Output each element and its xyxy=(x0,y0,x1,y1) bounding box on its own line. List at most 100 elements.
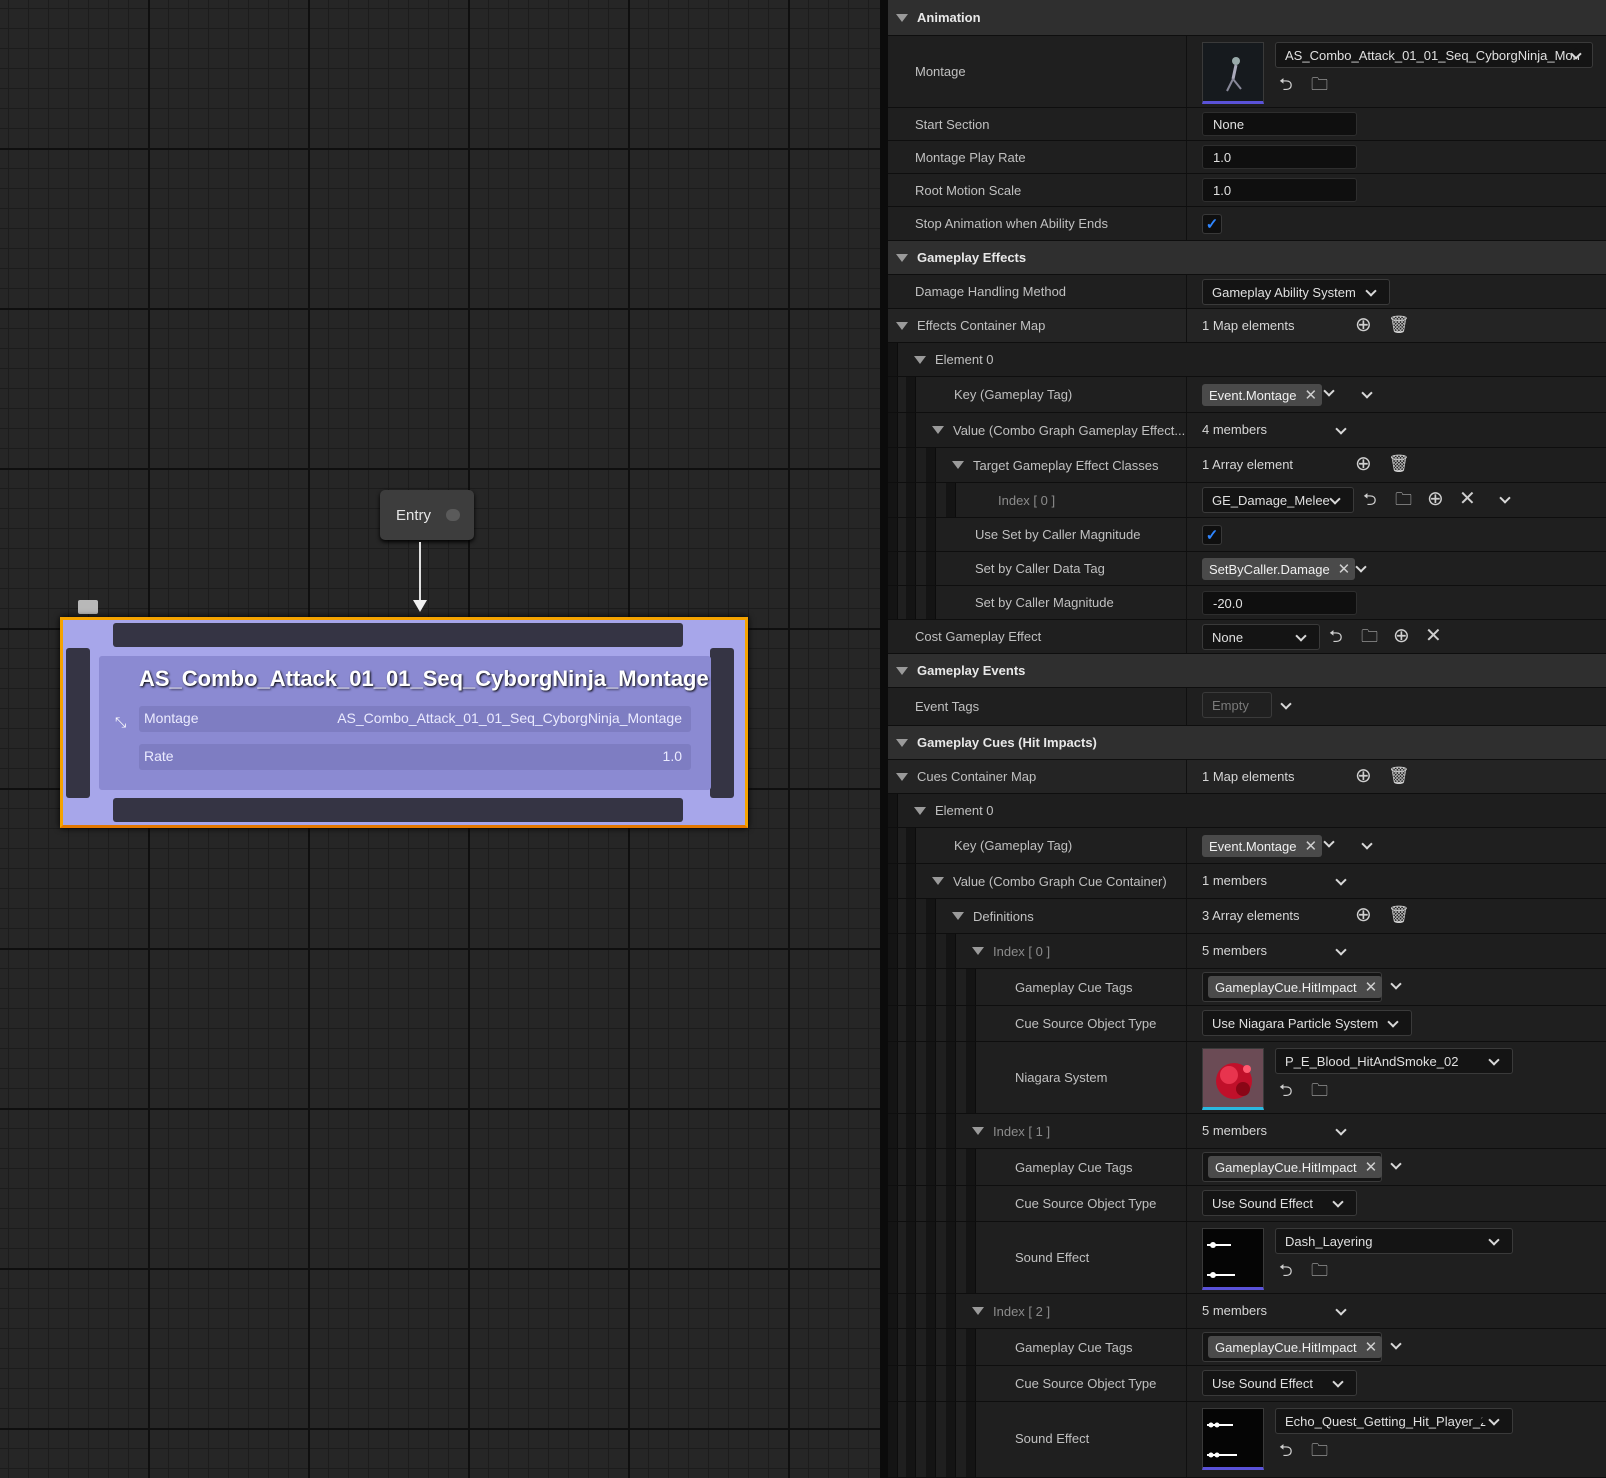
comment-icon[interactable] xyxy=(78,600,98,614)
category-gameplay-events[interactable]: Gameplay Events xyxy=(888,654,1606,688)
add-icon[interactable]: ⊕ xyxy=(1355,315,1372,335)
entry-output-pin[interactable] xyxy=(446,509,460,521)
clear-icon[interactable]: ✕ xyxy=(1365,978,1378,996)
clear-icon[interactable]: ✕ xyxy=(1304,386,1317,404)
collapse-triangle-icon[interactable] xyxy=(896,666,908,675)
collapse-triangle-icon[interactable] xyxy=(932,877,944,885)
delete-icon[interactable]: 🗑 xyxy=(1388,767,1410,785)
right-pin-bar[interactable] xyxy=(710,648,734,798)
browse-icon[interactable]: 🗀 xyxy=(1311,1442,1328,1460)
collapse-triangle-icon[interactable] xyxy=(952,912,964,920)
chevron-down-icon[interactable] xyxy=(1335,1304,1347,1316)
collapse-triangle-icon[interactable] xyxy=(896,253,908,262)
sound-thumbnail[interactable] xyxy=(1202,1228,1264,1290)
add-icon[interactable]: ⊕ xyxy=(1355,905,1372,925)
gameplay-tag-chip[interactable]: Event.Montage ✕ xyxy=(1202,384,1323,406)
gameplay-tag-chip[interactable]: Event.Montage ✕ xyxy=(1202,835,1323,857)
left-pin-bar[interactable] xyxy=(66,648,90,798)
chevron-down-icon[interactable] xyxy=(1335,944,1347,956)
browse-icon[interactable]: 🗀 xyxy=(1311,76,1328,94)
delete-icon[interactable]: 🗑 xyxy=(1388,455,1410,473)
add-icon[interactable]: ⊕ xyxy=(1393,626,1410,646)
delete-icon[interactable]: 🗑 xyxy=(1388,906,1410,924)
montage-node[interactable]: AS_Combo_Attack_01_01_Seq_CyborgNinja_Mo… xyxy=(60,617,748,828)
chevron-down-icon[interactable] xyxy=(1390,1158,1402,1170)
category-gameplay-effects[interactable]: Gameplay Effects xyxy=(888,241,1606,275)
use-selected-icon[interactable]: ⮌ xyxy=(1363,491,1377,509)
clear-icon[interactable]: ✕ xyxy=(1425,626,1442,646)
use-selected-icon[interactable]: ⮌ xyxy=(1279,1262,1293,1280)
gameplay-tag-chip[interactable]: GameplayCue.HitImpact ✕ xyxy=(1208,1336,1383,1358)
start-section-field[interactable]: None xyxy=(1202,112,1357,136)
use-selected-icon[interactable]: ⮌ xyxy=(1279,1442,1293,1460)
effect-class-combo[interactable]: GE_Damage_Melee xyxy=(1202,487,1354,513)
clear-icon[interactable]: ✕ xyxy=(1304,837,1317,855)
gameplay-tag-chip[interactable]: GameplayCue.HitImpact ✕ xyxy=(1208,1156,1383,1178)
input-pin-bar[interactable] xyxy=(113,623,683,647)
collapse-triangle-icon[interactable] xyxy=(896,738,908,747)
browse-icon[interactable]: 🗀 xyxy=(1311,1262,1328,1280)
add-icon[interactable]: ⊕ xyxy=(1427,489,1444,509)
category-animation[interactable]: Animation xyxy=(888,0,1606,36)
chevron-down-icon[interactable] xyxy=(1390,978,1402,990)
niagara-asset-combo[interactable]: P_E_Blood_HitAndSmoke_02 xyxy=(1275,1048,1513,1074)
niagara-thumbnail[interactable] xyxy=(1202,1048,1264,1110)
chevron-down-icon[interactable] xyxy=(1280,698,1292,710)
add-icon[interactable]: ⊕ xyxy=(1355,766,1372,786)
chevron-down-icon[interactable] xyxy=(1499,492,1511,504)
cue-source-combo[interactable]: Use Niagara Particle System xyxy=(1202,1010,1412,1036)
use-selected-icon[interactable]: ⮌ xyxy=(1329,628,1343,646)
chevron-down-icon[interactable] xyxy=(1361,838,1373,850)
caller-magnitude-field[interactable]: -20.0 xyxy=(1202,591,1357,615)
add-icon[interactable]: ⊕ xyxy=(1355,454,1372,474)
chevron-down-icon[interactable] xyxy=(1355,561,1367,573)
cue-source-combo[interactable]: Use Sound Effect xyxy=(1202,1370,1357,1396)
collapse-triangle-icon[interactable] xyxy=(914,806,926,815)
sound-asset-combo[interactable]: Echo_Quest_Getting_Hit_Player_2 xyxy=(1275,1408,1513,1434)
sound-asset-combo[interactable]: Dash_Layering xyxy=(1275,1228,1513,1254)
montage-asset-combo[interactable]: AS_Combo_Attack_01_01_Seq_CyborgNinja_Mo… xyxy=(1275,42,1593,68)
play-rate-field[interactable]: 1.0 xyxy=(1202,145,1357,169)
use-selected-icon[interactable]: ⮌ xyxy=(1279,76,1293,94)
damage-method-combo[interactable]: Gameplay Ability System xyxy=(1202,279,1390,305)
chevron-down-icon[interactable] xyxy=(1335,1124,1347,1136)
splitter[interactable] xyxy=(880,0,888,1478)
graph-canvas[interactable]: Entry AS_Combo_Attack_01_01_Seq_CyborgNi… xyxy=(0,0,880,1478)
event-tags-field[interactable]: Empty xyxy=(1202,692,1272,718)
collapse-triangle-icon[interactable] xyxy=(972,1307,984,1315)
category-gameplay-cues[interactable]: Gameplay Cues (Hit Impacts) xyxy=(888,726,1606,760)
stop-anim-checkbox[interactable]: ✓ xyxy=(1202,214,1222,234)
collapse-triangle-icon[interactable] xyxy=(932,426,944,434)
collapse-triangle-icon[interactable] xyxy=(972,947,984,955)
entry-node[interactable]: Entry xyxy=(380,490,474,540)
chevron-down-icon[interactable] xyxy=(1361,387,1373,399)
collapse-triangle-icon[interactable] xyxy=(914,355,926,364)
delete-icon[interactable]: 🗑 xyxy=(1388,316,1410,334)
sound-thumbnail[interactable] xyxy=(1202,1408,1264,1470)
use-selected-icon[interactable]: ⮌ xyxy=(1279,1082,1293,1100)
collapse-triangle-icon[interactable] xyxy=(972,1127,984,1135)
collapse-triangle-icon[interactable] xyxy=(896,321,908,330)
jump-icon[interactable]: ⤡ xyxy=(115,714,126,731)
clear-icon[interactable]: ✕ xyxy=(1365,1158,1378,1176)
montage-thumbnail[interactable] xyxy=(1202,42,1264,104)
use-set-by-caller-checkbox[interactable]: ✓ xyxy=(1202,525,1222,545)
output-pin-bar[interactable] xyxy=(113,798,683,822)
root-motion-field[interactable]: 1.0 xyxy=(1202,178,1357,202)
collapse-triangle-icon[interactable] xyxy=(896,772,908,781)
collapse-triangle-icon[interactable] xyxy=(896,13,908,22)
cost-effect-combo[interactable]: None xyxy=(1202,624,1320,650)
clear-icon[interactable]: ✕ xyxy=(1338,560,1351,578)
chevron-down-icon[interactable] xyxy=(1323,385,1335,397)
cue-source-combo[interactable]: Use Sound Effect xyxy=(1202,1190,1357,1216)
chevron-down-icon[interactable] xyxy=(1335,423,1347,435)
browse-icon[interactable]: 🗀 xyxy=(1361,628,1378,646)
chevron-down-icon[interactable] xyxy=(1323,836,1335,848)
chevron-down-icon[interactable] xyxy=(1335,874,1347,886)
browse-icon[interactable]: 🗀 xyxy=(1311,1082,1328,1100)
chevron-down-icon[interactable] xyxy=(1390,1338,1402,1350)
gameplay-tag-chip[interactable]: GameplayCue.HitImpact ✕ xyxy=(1208,976,1383,998)
browse-icon[interactable]: 🗀 xyxy=(1395,491,1412,509)
gameplay-tag-chip[interactable]: SetByCaller.Damage ✕ xyxy=(1202,558,1356,580)
clear-icon[interactable]: ✕ xyxy=(1459,489,1476,509)
